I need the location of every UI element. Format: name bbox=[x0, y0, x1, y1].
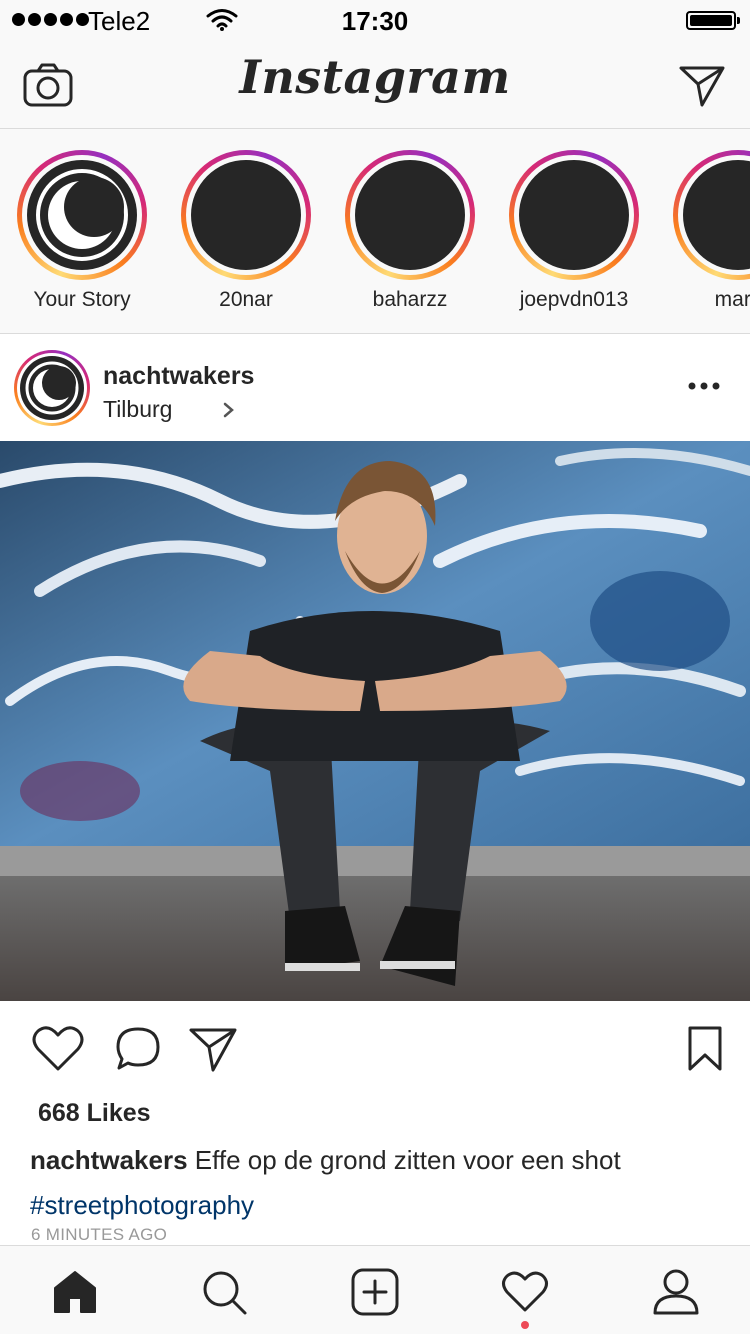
story-name: mark bbox=[714, 288, 750, 311]
story-mark[interactable]: mark bbox=[656, 150, 750, 312]
more-options-icon[interactable] bbox=[686, 378, 722, 394]
top-navigation-bar: Instagram bbox=[0, 40, 750, 129]
story-20nar[interactable]: 20nar bbox=[164, 150, 328, 312]
battery-icon bbox=[686, 11, 740, 30]
moon-logo-icon bbox=[25, 361, 79, 415]
story-name: baharzz bbox=[372, 288, 448, 311]
story-joepvdn013[interactable]: joepvdn013 bbox=[492, 150, 656, 312]
heart-icon[interactable] bbox=[32, 1025, 84, 1073]
caption-username[interactable]: nachtwakers bbox=[30, 1145, 188, 1175]
avatar bbox=[355, 160, 465, 270]
avatar bbox=[191, 160, 301, 270]
post-timestamp: 6 MINUTES AGO bbox=[31, 1225, 168, 1244]
instagram-logo: Instagram bbox=[239, 50, 511, 104]
comment-icon[interactable] bbox=[114, 1025, 162, 1073]
post-username[interactable]: nachtwakers bbox=[103, 362, 254, 391]
status-bar: Tele2 17:30 bbox=[0, 0, 750, 40]
story-name: 20nar bbox=[219, 288, 273, 311]
story-name: Your Story bbox=[33, 288, 131, 311]
add-post-icon[interactable] bbox=[351, 1268, 399, 1316]
bottom-tab-bar bbox=[0, 1245, 750, 1334]
post-author-avatar[interactable] bbox=[14, 350, 90, 426]
story-ring bbox=[673, 150, 750, 280]
story-ring bbox=[181, 150, 311, 280]
nachtwakers-logo-avatar bbox=[27, 160, 137, 270]
search-icon[interactable] bbox=[200, 1268, 248, 1316]
post-caption: nachtwakers Effe op de grond zitten voor… bbox=[30, 1145, 621, 1176]
caption-text: Effe op de grond zitten voor een shot bbox=[194, 1145, 621, 1175]
profile-icon[interactable] bbox=[652, 1268, 700, 1316]
notification-dot bbox=[521, 1321, 529, 1329]
post-actions bbox=[0, 1001, 750, 1091]
home-icon[interactable] bbox=[51, 1268, 99, 1316]
status-time: 17:30 bbox=[341, 6, 409, 36]
post-location[interactable]: Tilburg bbox=[103, 396, 172, 423]
post-photo[interactable] bbox=[0, 441, 750, 1001]
story-ring bbox=[345, 150, 475, 280]
hashtag-link[interactable]: #streetphotography bbox=[30, 1190, 254, 1221]
story-baharzz[interactable]: baharzz bbox=[328, 150, 492, 312]
post-header: nachtwakers Tilburg bbox=[0, 335, 750, 441]
activity-heart-icon[interactable] bbox=[501, 1268, 549, 1316]
avatar bbox=[519, 160, 629, 270]
story-name: joepvdn013 bbox=[519, 288, 629, 311]
chevron-right-icon bbox=[223, 402, 234, 418]
direct-message-icon[interactable] bbox=[678, 62, 726, 108]
likes-count[interactable]: 668 Likes bbox=[38, 1099, 151, 1128]
story-ring bbox=[509, 150, 639, 280]
stories-tray[interactable]: Your Story 20nar baharzz joepvdn013 mark bbox=[0, 129, 750, 334]
story-your-story[interactable]: Your Story bbox=[0, 150, 164, 312]
bookmark-icon[interactable] bbox=[686, 1025, 724, 1073]
share-icon[interactable] bbox=[188, 1025, 238, 1073]
story-ring bbox=[17, 150, 147, 280]
